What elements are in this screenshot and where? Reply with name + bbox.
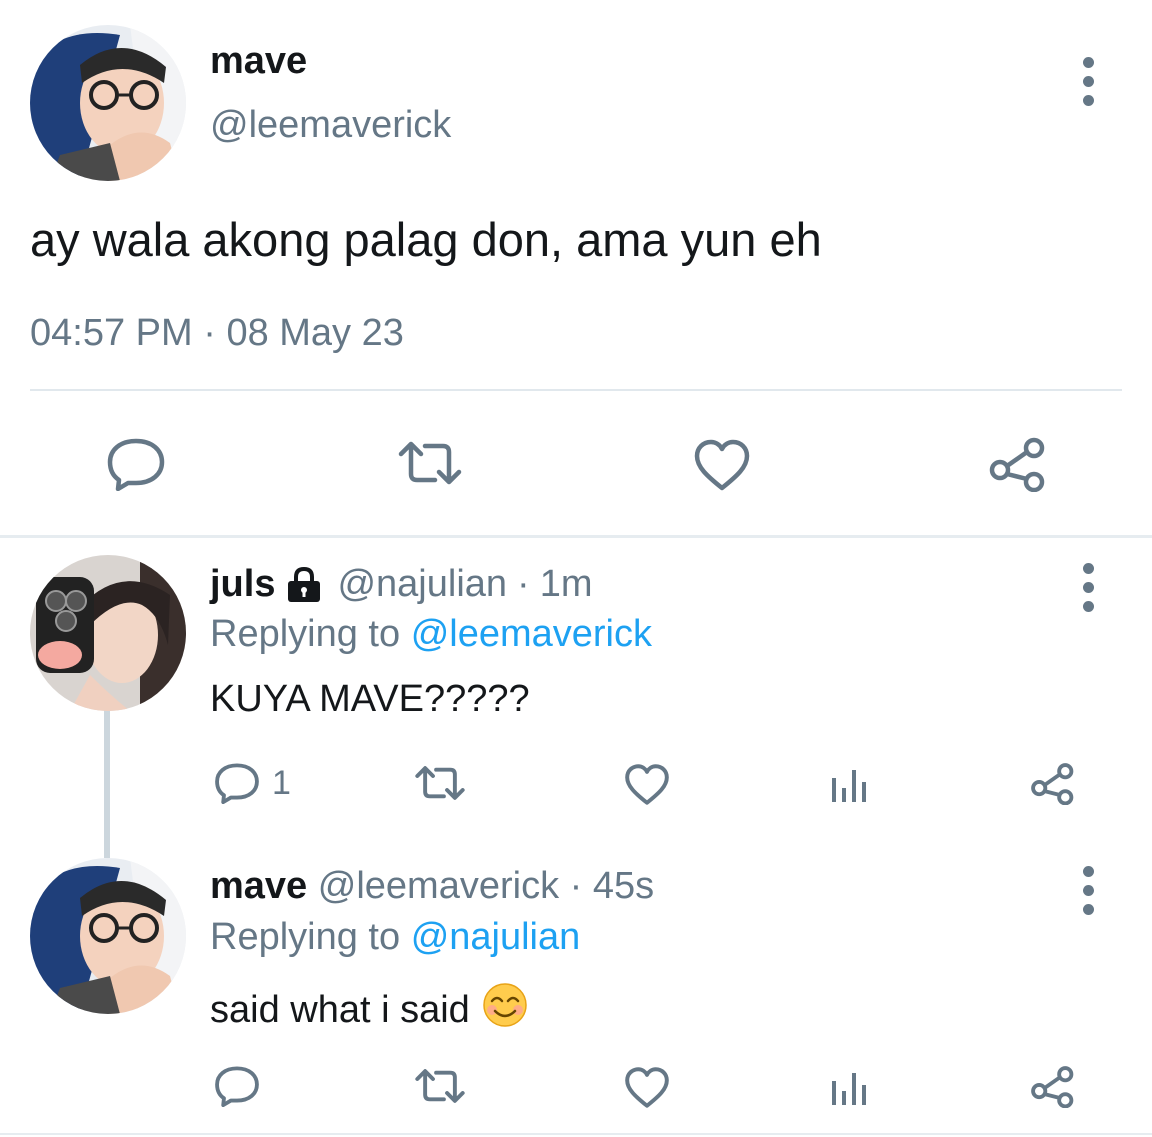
reply-2-more-icon[interactable]	[1081, 866, 1095, 915]
reply-icon	[215, 763, 259, 804]
reply-2-reply-button[interactable]	[214, 1065, 260, 1107]
main-tweet-more-icon[interactable]	[1081, 57, 1095, 106]
like-icon	[625, 1067, 669, 1108]
main-like-button[interactable]	[693, 438, 751, 492]
reply-2-header: mave @leemaverick · 45s	[210, 865, 654, 908]
main-tweet-date: 08 May 23	[226, 312, 404, 354]
reply-1-more-icon[interactable]	[1081, 563, 1095, 612]
retweet-icon	[415, 766, 465, 800]
reply-2-text-row: said what i said	[210, 982, 528, 1038]
replying-to-link[interactable]: @leemaverick	[411, 613, 652, 655]
like-icon	[694, 439, 750, 491]
reply-2-display-name[interactable]: mave	[210, 865, 307, 907]
main-tweet-time: 04:57 PM	[30, 312, 193, 354]
lock-icon	[288, 566, 321, 602]
share-icon	[1031, 763, 1074, 805]
reply-2-text: said what i said	[210, 988, 470, 1031]
reply-1-time: 1m	[539, 563, 593, 605]
reply-1-reply-button[interactable]: 1	[214, 762, 291, 804]
reply-1-header: juls @najulian · 1m	[210, 563, 593, 606]
section-divider	[0, 535, 1152, 538]
reply-2-time: 45s	[592, 865, 655, 907]
reply-1-analytics-button[interactable]	[828, 766, 868, 804]
reply-2-avatar[interactable]	[30, 858, 186, 1014]
main-tweet-divider	[30, 389, 1122, 391]
smiling-face-emoji	[482, 982, 528, 1038]
reply-2-analytics-button[interactable]	[828, 1069, 868, 1107]
main-retweet-button[interactable]	[397, 440, 463, 486]
reply-icon	[215, 1066, 259, 1107]
thread-line	[104, 708, 110, 858]
reply-2-time-separator: ·	[569, 865, 583, 907]
replying-to-label: Replying to	[210, 613, 401, 655]
reply-2-replying-to: Replying to @najulian	[210, 916, 580, 959]
reply-1-replying-to: Replying to @leemaverick	[210, 613, 652, 656]
bottom-divider	[0, 1133, 1152, 1135]
main-tweet-text: ay wala akong palag don, ama yun eh	[30, 213, 822, 266]
reply-1-share-button[interactable]	[1030, 762, 1076, 805]
reply-2-handle[interactable]: @leemaverick	[318, 865, 559, 907]
main-tweet-display-name[interactable]: mave	[210, 40, 307, 83]
replying-to-label: Replying to	[210, 916, 401, 958]
reply-1-handle[interactable]: @najulian	[337, 563, 507, 606]
reply-2-like-button[interactable]	[624, 1066, 670, 1109]
main-tweet-handle[interactable]: @leemaverick	[210, 104, 451, 147]
reply-2-retweet-button[interactable]	[414, 1068, 466, 1104]
reply-1-text: KUYA MAVE?????	[210, 678, 530, 720]
share-icon	[1031, 1066, 1074, 1108]
reply-1-avatar[interactable]	[30, 555, 186, 711]
retweet-icon	[415, 1069, 465, 1103]
reply-icon	[107, 438, 165, 491]
share-icon	[989, 437, 1045, 492]
reply-1-retweet-button[interactable]	[414, 765, 466, 801]
analytics-icon	[832, 1073, 866, 1105]
reply-2-share-button[interactable]	[1030, 1065, 1076, 1108]
reply-1-like-button[interactable]	[624, 763, 670, 806]
reply-1-time-separator: ·	[517, 563, 530, 605]
analytics-icon	[832, 770, 866, 802]
main-share-button[interactable]	[988, 436, 1048, 492]
reply-1-reply-count: 1	[272, 763, 291, 802]
main-tweet-avatar[interactable]	[30, 25, 186, 181]
timestamp-separator: ·	[203, 312, 216, 354]
main-tweet-timestamp: 04:57 PM · 08 May 23	[30, 312, 404, 355]
main-reply-button[interactable]	[106, 437, 166, 491]
reply-1-display-name[interactable]: juls	[210, 563, 275, 606]
replying-to-link[interactable]: @najulian	[411, 916, 581, 958]
retweet-icon	[398, 441, 462, 485]
like-icon	[625, 764, 669, 805]
